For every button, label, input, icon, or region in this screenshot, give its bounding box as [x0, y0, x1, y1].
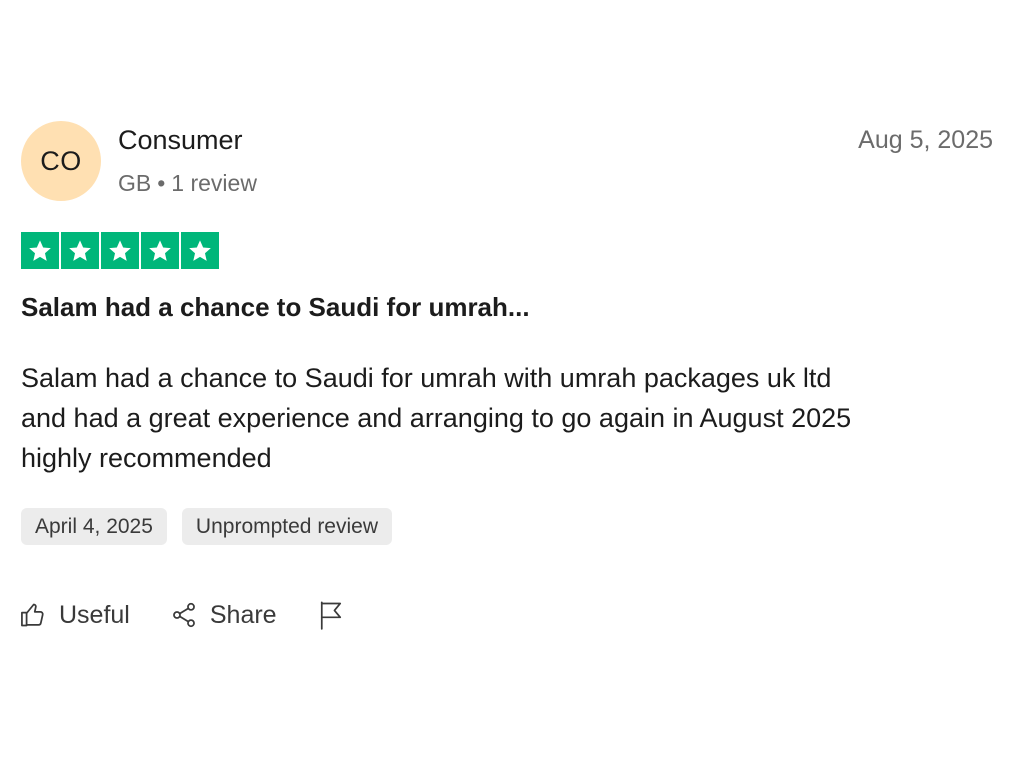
flag-icon — [317, 600, 345, 630]
star-icon — [141, 232, 179, 269]
review-actions: Useful Share — [19, 600, 385, 630]
consumer-review-count: 1 review — [171, 170, 257, 196]
review-type-badge[interactable]: Unprompted review — [181, 508, 393, 545]
star-rating — [21, 232, 219, 269]
consumer-meta: GB • 1 review — [118, 168, 257, 198]
report-button[interactable] — [317, 600, 345, 630]
share-icon — [170, 601, 198, 629]
star-icon — [61, 232, 99, 269]
review-body: Salam had a chance to Saudi for umrah wi… — [21, 358, 981, 478]
thumbs-up-icon — [19, 601, 47, 629]
consumer-name[interactable]: Consumer — [118, 123, 243, 157]
share-button[interactable]: Share — [170, 601, 277, 630]
meta-separator: • — [157, 170, 166, 196]
review-tags: April 4, 2025 Unprompted review — [21, 508, 393, 545]
star-icon — [101, 232, 139, 269]
review-date: Aug 5, 2025 — [858, 126, 993, 154]
star-icon — [21, 232, 59, 269]
star-icon — [181, 232, 219, 269]
useful-label: Useful — [59, 600, 130, 629]
share-label: Share — [209, 600, 277, 629]
review-body-line: and had a great experience and arranging… — [21, 403, 852, 433]
review-body-line: Salam had a chance to Saudi for umrah wi… — [21, 363, 832, 393]
consumer-country: GB — [118, 170, 152, 196]
useful-button[interactable]: Useful — [19, 601, 130, 630]
review-body-line: highly recommended — [21, 443, 272, 473]
avatar[interactable]: CO — [21, 121, 101, 201]
review-card: CO Consumer GB • 1 review Aug 5, 2025 Sa… — [0, 0, 1024, 768]
experience-date-badge: April 4, 2025 — [21, 508, 167, 545]
review-title[interactable]: Salam had a chance to Saudi for umrah... — [21, 290, 530, 324]
